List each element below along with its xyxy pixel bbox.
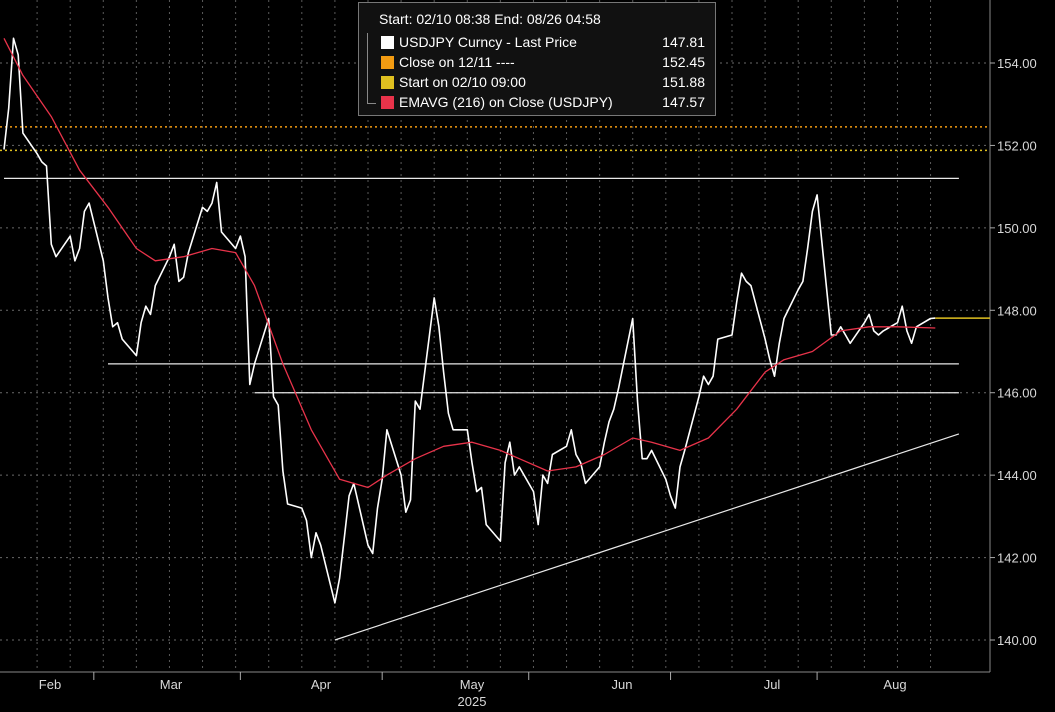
x-tick-label: Jul	[764, 677, 781, 692]
legend-label: EMAVG (216) on Close (USDJPY)	[399, 94, 613, 110]
x-tick-label: Jun	[612, 677, 633, 692]
legend-tree-line	[367, 53, 376, 73]
legend-value: 151.88	[662, 74, 705, 90]
legend-label: USDJPY Curncy - Last Price	[399, 34, 577, 50]
x-tick-label: Mar	[160, 677, 183, 692]
legend-box: Start: 02/10 08:38 End: 08/26 04:58 USDJ…	[358, 2, 716, 116]
x-year-label: 2025	[458, 694, 487, 709]
y-tick-label: 140.00	[997, 633, 1037, 648]
legend-swatch-icon	[381, 76, 394, 89]
legend-swatch-icon	[381, 96, 394, 109]
reference-lines	[0, 126, 990, 152]
legend-swatch-icon	[381, 36, 394, 49]
legend-item-emavg: EMAVG (216) on Close (USDJPY) 147.57	[367, 93, 709, 113]
legend-item-start-ref: Start on 02/10 09:00 151.88	[367, 73, 709, 93]
x-tick-label: May	[460, 677, 485, 692]
x-tick-label: Apr	[311, 677, 332, 692]
y-tick-label: 148.00	[997, 303, 1037, 318]
legend-value: 147.81	[662, 34, 705, 50]
series-lines	[3, 37, 990, 604]
legend-swatch-icon	[381, 56, 394, 69]
y-tick-label: 144.00	[997, 468, 1037, 483]
legend-item-close-ref: Close on 12/11 ---- 152.45	[367, 53, 709, 73]
x-tick-label: Feb	[39, 677, 61, 692]
x-tick-label: Aug	[883, 677, 906, 692]
legend-tree-line	[367, 33, 376, 53]
drawn-line	[334, 433, 960, 641]
legend-label: Close on 12/11 ----	[399, 54, 515, 70]
x-axis: Feb Mar Apr May Jun Jul Aug 2025	[39, 672, 907, 709]
y-axis: 140.00 142.00 144.00 146.00 148.00 150.00 152.…	[990, 56, 1037, 648]
legend-tree-line	[367, 73, 376, 93]
y-tick-label: 152.00	[997, 138, 1037, 153]
y-tick-label: 150.00	[997, 221, 1037, 236]
legend-value: 147.57	[662, 94, 705, 110]
y-tick-label: 146.00	[997, 386, 1037, 401]
legend-value: 152.45	[662, 54, 705, 70]
legend-label: Start on 02/10 09:00	[399, 74, 526, 90]
y-tick-label: 154.00	[997, 56, 1037, 71]
drawn-trendlines	[4, 177, 960, 641]
legend-header: Start: 02/10 08:38 End: 08/26 04:58	[379, 11, 601, 27]
y-tick-label: 142.00	[997, 551, 1037, 566]
legend-item-last-price: USDJPY Curncy - Last Price 147.81	[367, 33, 709, 53]
series-line-last-price	[3, 37, 936, 604]
legend-tree-line	[367, 93, 376, 104]
